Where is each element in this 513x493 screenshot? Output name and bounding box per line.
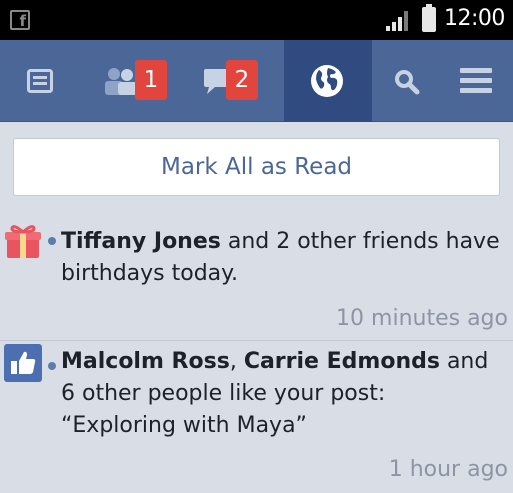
top-navigation-bar: 1 2 bbox=[0, 40, 513, 122]
unread-dot bbox=[48, 362, 56, 370]
facebook-notification-icon: f bbox=[10, 10, 30, 30]
notification-actor[interactable]: Malcolm Ross bbox=[61, 349, 230, 374]
menu-icon bbox=[460, 68, 492, 93]
tab-messages[interactable]: 2 bbox=[196, 40, 281, 122]
messages-badge: 2 bbox=[226, 60, 258, 100]
actor-separator: , bbox=[229, 349, 244, 374]
gift-icon bbox=[5, 225, 41, 258]
notification-item-birthdays[interactable]: Tiffany Jones and 2 other friends have b… bbox=[0, 212, 513, 342]
tab-search[interactable] bbox=[384, 40, 434, 122]
notification-timestamp: 10 minutes ago bbox=[336, 306, 508, 331]
unread-dot bbox=[48, 237, 56, 245]
notification-text: Tiffany Jones and 2 other friends have b… bbox=[61, 226, 506, 290]
tab-friend-requests[interactable]: 1 bbox=[95, 40, 180, 122]
status-bar: f 12:00 bbox=[0, 0, 513, 40]
thumbs-up-icon bbox=[4, 344, 42, 382]
globe-icon bbox=[311, 65, 343, 97]
search-icon bbox=[395, 70, 420, 95]
notification-actor[interactable]: Carrie Edmonds bbox=[244, 349, 440, 374]
tab-news-feed[interactable] bbox=[0, 40, 82, 122]
signal-icon bbox=[386, 11, 412, 31]
news-feed-icon bbox=[27, 69, 53, 93]
friend-requests-badge: 1 bbox=[135, 60, 167, 100]
tab-notifications[interactable] bbox=[284, 40, 372, 122]
mark-all-as-read-button[interactable]: Mark All as Read bbox=[13, 138, 500, 196]
tab-menu[interactable] bbox=[450, 40, 513, 122]
battery-icon bbox=[422, 4, 436, 32]
notification-actor[interactable]: Tiffany Jones bbox=[61, 229, 221, 254]
status-clock: 12:00 bbox=[444, 6, 505, 31]
friends-icon bbox=[105, 68, 137, 95]
notification-text: Malcolm Ross, Carrie Edmonds and 6 other… bbox=[61, 346, 506, 442]
notification-item-likes[interactable]: Malcolm Ross, Carrie Edmonds and 6 other… bbox=[0, 341, 513, 493]
notification-timestamp: 1 hour ago bbox=[388, 457, 508, 482]
